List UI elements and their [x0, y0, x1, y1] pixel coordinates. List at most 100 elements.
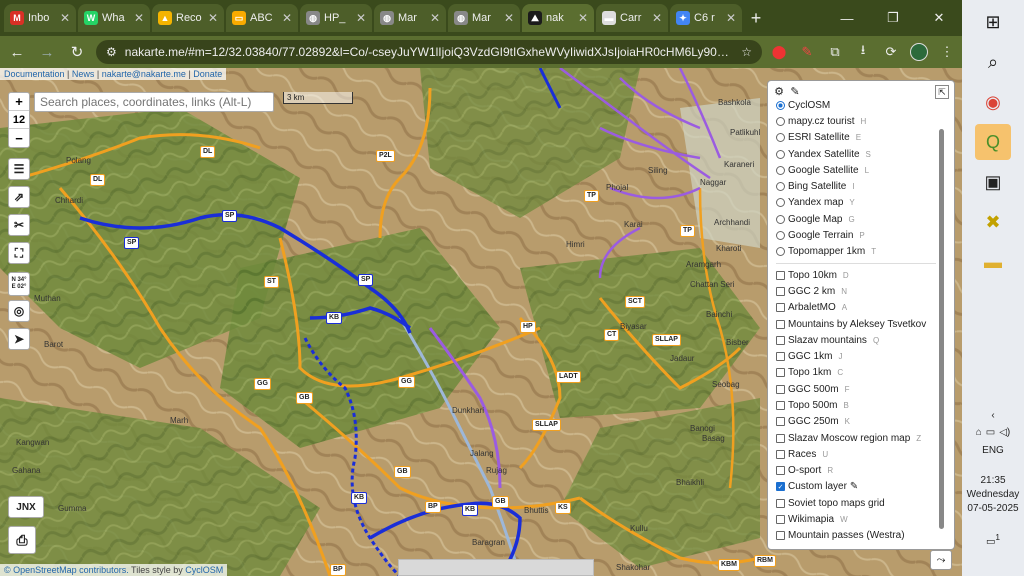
route-shield[interactable]: CT	[604, 329, 620, 341]
zoom-out-button[interactable]: −	[9, 129, 29, 147]
route-shield[interactable]: KB	[462, 504, 479, 516]
zoom-in-button[interactable]: +	[9, 93, 29, 111]
osm-link[interactable]: © OpenStreetMap contributors.	[4, 565, 129, 575]
extensions-puzzle-icon[interactable]: ⧉	[826, 43, 844, 61]
layer-checkbox[interactable]	[776, 286, 785, 296]
layer-checkbox[interactable]	[776, 303, 785, 313]
layer-option[interactable]: Topo 10km D	[776, 267, 936, 283]
route-shield[interactable]: HP	[520, 321, 536, 333]
bookmark-star-icon[interactable]: ☆	[741, 45, 752, 59]
layer-option[interactable]: Wikimapia W	[776, 511, 936, 527]
layer-radio[interactable]	[776, 149, 785, 159]
layer-checkbox[interactable]	[776, 417, 785, 427]
battery-icon[interactable]: ▭	[986, 427, 995, 438]
edit-pencil-icon[interactable]: ✎	[789, 85, 801, 98]
layer-option[interactable]: Mountains by Aleksey Tsvetkov	[776, 316, 936, 332]
network-icon[interactable]: ⌂	[976, 427, 982, 438]
layer-option[interactable]: Google Terrain P	[776, 227, 936, 243]
route-shield[interactable]: KBM	[718, 559, 740, 571]
layer-option[interactable]: GGC 500m F	[776, 381, 936, 397]
layer-option[interactable]: Google Map G	[776, 211, 936, 227]
layer-option[interactable]: Topo 1km C	[776, 365, 936, 381]
tab-close-icon[interactable]: ✕	[282, 11, 292, 25]
layer-checkbox[interactable]	[776, 368, 785, 378]
site-info-icon[interactable]: ⚙	[106, 45, 117, 59]
layer-option[interactable]: Races U	[776, 446, 936, 462]
layer-radio[interactable]	[776, 198, 785, 208]
layer-option[interactable]: Yandex Satellite S	[776, 146, 936, 162]
layer-option[interactable]: Topo 500m B	[776, 397, 936, 413]
layer-radio[interactable]	[776, 214, 785, 224]
layer-checkbox[interactable]	[776, 531, 785, 541]
browser-tab[interactable]: ▲ Reco ✕	[152, 4, 224, 32]
route-icon[interactable]: ⤳	[930, 550, 952, 570]
download-icon[interactable]: ⭳	[854, 42, 872, 61]
close-icon[interactable]: ✕	[916, 0, 962, 36]
news-link[interactable]: News	[72, 69, 95, 79]
layer-checkbox[interactable]	[776, 270, 785, 280]
route-shield[interactable]: BP	[425, 501, 441, 513]
route-shield[interactable]: RBM	[754, 555, 776, 567]
menu-icon[interactable]: ☰	[8, 158, 30, 180]
layer-option[interactable]: Slazav Moscow region map Z	[776, 430, 936, 446]
layer-option[interactable]: GGC 1km J	[776, 348, 936, 364]
layer-option[interactable]: Slazav mountains Q	[776, 332, 936, 348]
browser-tab[interactable]: ▭ ABC ✕	[226, 4, 298, 32]
printer-icon[interactable]: ⎙	[8, 526, 36, 554]
browser-tab[interactable]: M Inbo ✕	[4, 4, 76, 32]
search-input[interactable]	[34, 92, 274, 112]
layer-checkbox[interactable]: ✓	[776, 482, 785, 492]
layer-radio[interactable]	[776, 165, 785, 175]
terminal-icon[interactable]: ▣	[975, 164, 1011, 200]
tray-chevron-icon[interactable]: ‹	[962, 410, 1024, 421]
layer-option[interactable]: mapy.cz tourist H	[776, 113, 936, 129]
tab-close-icon[interactable]: ✕	[208, 11, 218, 25]
new-tab-button[interactable]: +	[744, 6, 768, 30]
layer-option[interactable]: Topomapper 1km T	[776, 244, 936, 260]
route-shield[interactable]: BP	[330, 564, 346, 576]
layer-checkbox[interactable]	[776, 352, 785, 362]
notification-icon[interactable]: ▭1	[962, 530, 1024, 549]
layer-option[interactable]: O-sport R	[776, 463, 936, 479]
search-icon[interactable]: ⌕	[975, 44, 1011, 80]
route-shield[interactable]: ST	[264, 276, 279, 288]
external-link-icon[interactable]: ⇗	[8, 186, 30, 208]
browser-tab[interactable]: ⛰ nak ✕	[522, 4, 594, 32]
layer-checkbox[interactable]	[776, 449, 785, 459]
browser-tab[interactable]: ◍ Mar ✕	[374, 4, 446, 32]
panoramas-icon[interactable]: ⛶	[8, 242, 30, 264]
layer-radio[interactable]	[776, 231, 785, 241]
cyclosm-link[interactable]: CyclOSM	[185, 565, 223, 575]
browser-tab[interactable]: ◍ HP_ ✕	[300, 4, 372, 32]
route-shield[interactable]: TP	[584, 190, 599, 202]
restore-icon[interactable]: ❐	[870, 0, 916, 36]
layer-checkbox[interactable]	[776, 384, 785, 394]
layer-radio[interactable]	[776, 182, 785, 192]
reload-icon[interactable]: ↻	[66, 41, 88, 63]
route-shield[interactable]: GG	[398, 376, 415, 388]
forward-icon[interactable]: →	[36, 41, 58, 63]
layer-option[interactable]: Yandex map Y	[776, 195, 936, 211]
back-icon[interactable]: ←	[6, 41, 28, 63]
tab-close-icon[interactable]: ✕	[652, 11, 662, 25]
volume-icon[interactable]: ◁)	[999, 427, 1010, 438]
expand-panel-icon[interactable]: ⇱	[935, 85, 949, 99]
settings-gear-icon[interactable]: ⚙	[773, 85, 785, 98]
route-shield[interactable]: SP	[358, 274, 374, 286]
layer-checkbox[interactable]	[776, 335, 785, 345]
tab-close-icon[interactable]: ✕	[356, 11, 366, 25]
layer-radio[interactable]	[776, 100, 785, 110]
tab-close-icon[interactable]: ✕	[60, 11, 70, 25]
menu-dots-icon[interactable]: ⋮	[938, 43, 956, 61]
route-shield[interactable]: P2L	[376, 150, 395, 162]
route-shield[interactable]: GB	[492, 496, 509, 508]
minimize-icon[interactable]: —	[824, 0, 870, 36]
extension-pin-icon[interactable]: ✎	[798, 43, 816, 61]
compass-icon[interactable]: ◎	[8, 300, 30, 322]
tracks-icon[interactable]: ✂	[8, 214, 30, 236]
route-shield[interactable]: KB	[326, 312, 343, 324]
tab-close-icon[interactable]: ✕	[504, 11, 514, 25]
locate-arrow-icon[interactable]: ➤	[8, 328, 30, 350]
layer-option[interactable]: GGC 2 km N	[776, 283, 936, 299]
browser-tab[interactable]: ▬ Carr ✕	[596, 4, 668, 32]
